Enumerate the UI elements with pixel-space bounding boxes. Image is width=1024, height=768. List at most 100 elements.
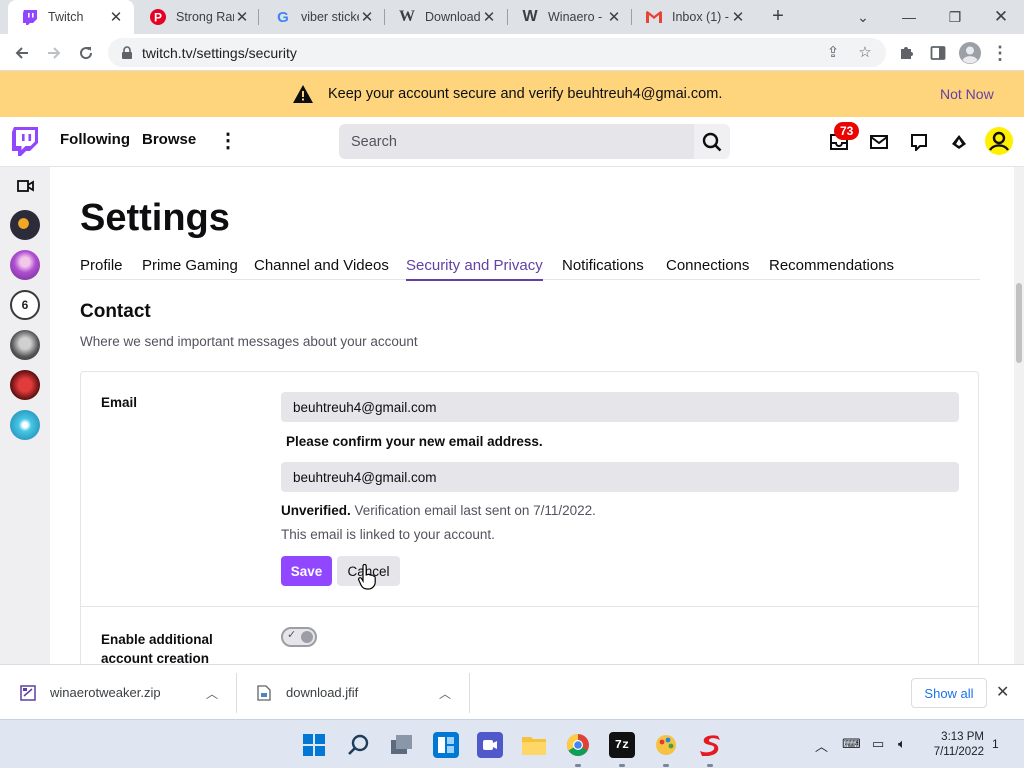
notification-count-badge: 73 xyxy=(834,122,860,140)
tab-recommendations[interactable]: Recommendations xyxy=(769,257,894,274)
email-field[interactable] xyxy=(281,392,959,422)
search-taskbar-icon[interactable] xyxy=(345,732,371,758)
channel-avatar-3[interactable]: 6 xyxy=(10,290,40,320)
search-field[interactable] xyxy=(339,124,694,159)
chevron-up-icon[interactable]: ︿ xyxy=(439,685,451,702)
verify-email-banner: Keep your account secure and verify beuh… xyxy=(0,71,1024,117)
tab-separator xyxy=(258,9,259,25)
paint-icon[interactable] xyxy=(653,732,679,758)
channel-avatar-5[interactable] xyxy=(10,370,40,400)
more-vertical-icon[interactable]: ⋮ xyxy=(218,129,238,153)
close-tab-icon[interactable]: ✕ xyxy=(730,8,746,26)
additional-accounts-toggle[interactable]: ✓ xyxy=(281,627,317,647)
bits-gem-icon[interactable] xyxy=(947,130,971,154)
tray-overflow-chevron-icon[interactable]: ︿ xyxy=(815,736,828,755)
scrollbar-thumb[interactable] xyxy=(1016,283,1022,363)
unverified-label: Unverified. xyxy=(281,503,351,518)
svg-text:P: P xyxy=(154,11,162,25)
volume-icon[interactable]: 🔈︎ xyxy=(898,736,906,752)
task-view-icon[interactable] xyxy=(389,732,415,758)
close-window-button[interactable]: ✕ xyxy=(978,0,1024,34)
app-red-s-icon[interactable] xyxy=(697,732,723,758)
clock-date: 7/11/2022 xyxy=(933,746,984,758)
bookmark-star-icon[interactable]: ☆ xyxy=(856,44,874,62)
tab-prime-gaming[interactable]: Prime Gaming xyxy=(142,257,238,274)
taskbar-clock[interactable]: 3:13 PM 7/11/2022 xyxy=(928,730,984,760)
tab-connections[interactable]: Connections xyxy=(666,257,749,274)
channel-avatar-2[interactable] xyxy=(10,250,40,280)
confirm-email-input[interactable] xyxy=(293,469,959,485)
channel-avatar-1[interactable] xyxy=(10,210,40,240)
additional-accounts-label: Enable additional account creation xyxy=(101,632,213,664)
show-all-downloads-button[interactable]: Show all xyxy=(911,678,987,708)
confirm-email-field[interactable] xyxy=(281,462,959,492)
side-panel-icon[interactable] xyxy=(924,39,952,67)
notification-count[interactable]: 1 xyxy=(992,737,999,751)
browser-tab-winaero[interactable]: W Winaero - ✕ xyxy=(508,0,632,34)
close-tab-icon[interactable]: ✕ xyxy=(108,8,124,26)
followed-channels-sidebar: 6 xyxy=(0,167,50,664)
search-input[interactable] xyxy=(351,133,694,150)
tab-channel-and-videos[interactable]: Channel and Videos xyxy=(254,257,389,274)
start-windows-icon[interactable] xyxy=(301,732,327,758)
following-link[interactable]: Following xyxy=(60,131,130,148)
verification-status: Unverified. Verification email last sent… xyxy=(281,503,596,518)
browser-tab-twitch[interactable]: Twitch ✕ xyxy=(8,0,134,34)
reload-button[interactable] xyxy=(72,39,100,67)
restore-button[interactable]: ❐ xyxy=(932,0,978,34)
network-icon[interactable]: ▭ xyxy=(872,736,884,752)
browser-tab-title: Inbox (1) - xyxy=(672,10,729,24)
download-item-jfif[interactable]: download.jfif ︿ xyxy=(256,665,468,720)
chrome-icon[interactable] xyxy=(565,732,591,758)
browse-link[interactable]: Browse xyxy=(142,131,196,148)
browser-tab-pinterest[interactable]: P Strong Ran ✕ xyxy=(136,0,260,34)
new-tab-button[interactable]: + xyxy=(766,5,790,29)
close-tab-icon[interactable]: ✕ xyxy=(481,8,497,26)
browser-tab-title: Winaero - xyxy=(548,10,603,24)
file-explorer-icon[interactable] xyxy=(521,732,547,758)
whispers-mail-icon[interactable] xyxy=(867,130,891,154)
search-button[interactable] xyxy=(694,124,730,159)
chevron-up-icon[interactable]: ︿ xyxy=(206,685,218,702)
tab-profile[interactable]: Profile xyxy=(80,257,123,274)
tab-separator xyxy=(384,9,385,25)
video-camera-icon[interactable] xyxy=(17,179,34,197)
teams-chat-icon[interactable] xyxy=(477,732,503,758)
chat-bubble-icon[interactable] xyxy=(907,130,931,154)
share-icon[interactable]: ⇪ xyxy=(824,44,842,62)
back-button[interactable] xyxy=(8,39,36,67)
channel-avatar-6[interactable] xyxy=(10,410,40,440)
extensions-puzzle-icon[interactable] xyxy=(892,39,920,67)
page-scrollbar[interactable] xyxy=(1014,167,1024,664)
twitch-logo-icon[interactable] xyxy=(12,127,38,161)
windows-taskbar: 7z ︿ ⌨ ▭ 🔈︎ 3:13 PM 7/11/2022 1 xyxy=(0,719,1024,768)
profile-avatar-icon[interactable] xyxy=(956,39,984,67)
7zip-icon[interactable]: 7z xyxy=(609,732,635,758)
browser-tab-download[interactable]: W Download ✕ xyxy=(385,0,507,34)
download-item-winaerotweaker[interactable]: winaerotweaker.zip ︿ xyxy=(20,665,236,720)
browser-tab-title: Strong Ran xyxy=(176,10,234,24)
close-downloads-icon[interactable]: ✕ xyxy=(996,682,1009,702)
tab-search-chevron-icon[interactable]: ⌄ xyxy=(840,0,886,34)
close-tab-icon[interactable]: ✕ xyxy=(359,8,375,26)
browser-toolbar: twitch.tv/settings/security ⇪ ☆ ⋮ xyxy=(0,34,1024,71)
save-button[interactable]: Save xyxy=(281,556,332,586)
user-avatar-icon[interactable] xyxy=(985,127,1013,155)
keyboard-icon[interactable]: ⌨ xyxy=(842,736,861,752)
email-input[interactable] xyxy=(293,399,959,415)
forward-button[interactable] xyxy=(40,39,68,67)
widgets-icon[interactable] xyxy=(433,732,459,758)
close-tab-icon[interactable]: ✕ xyxy=(234,8,250,26)
downloads-separator xyxy=(236,673,237,713)
browser-menu-icon[interactable]: ⋮ xyxy=(986,39,1014,67)
close-tab-icon[interactable]: ✕ xyxy=(606,8,622,26)
browser-tab-google[interactable]: G viber sticke ✕ xyxy=(261,0,385,34)
banner-message: Keep your account secure and verify beuh… xyxy=(328,86,723,102)
browser-tab-gmail[interactable]: Inbox (1) - ✕ xyxy=(632,0,756,34)
tab-security-and-privacy[interactable]: Security and Privacy xyxy=(406,257,543,281)
tab-notifications[interactable]: Notifications xyxy=(562,257,644,274)
address-bar[interactable]: twitch.tv/settings/security ⇪ ☆ xyxy=(108,38,886,67)
channel-avatar-4[interactable] xyxy=(10,330,40,360)
minimize-button[interactable]: — xyxy=(886,0,932,34)
not-now-link[interactable]: Not Now xyxy=(940,86,994,102)
